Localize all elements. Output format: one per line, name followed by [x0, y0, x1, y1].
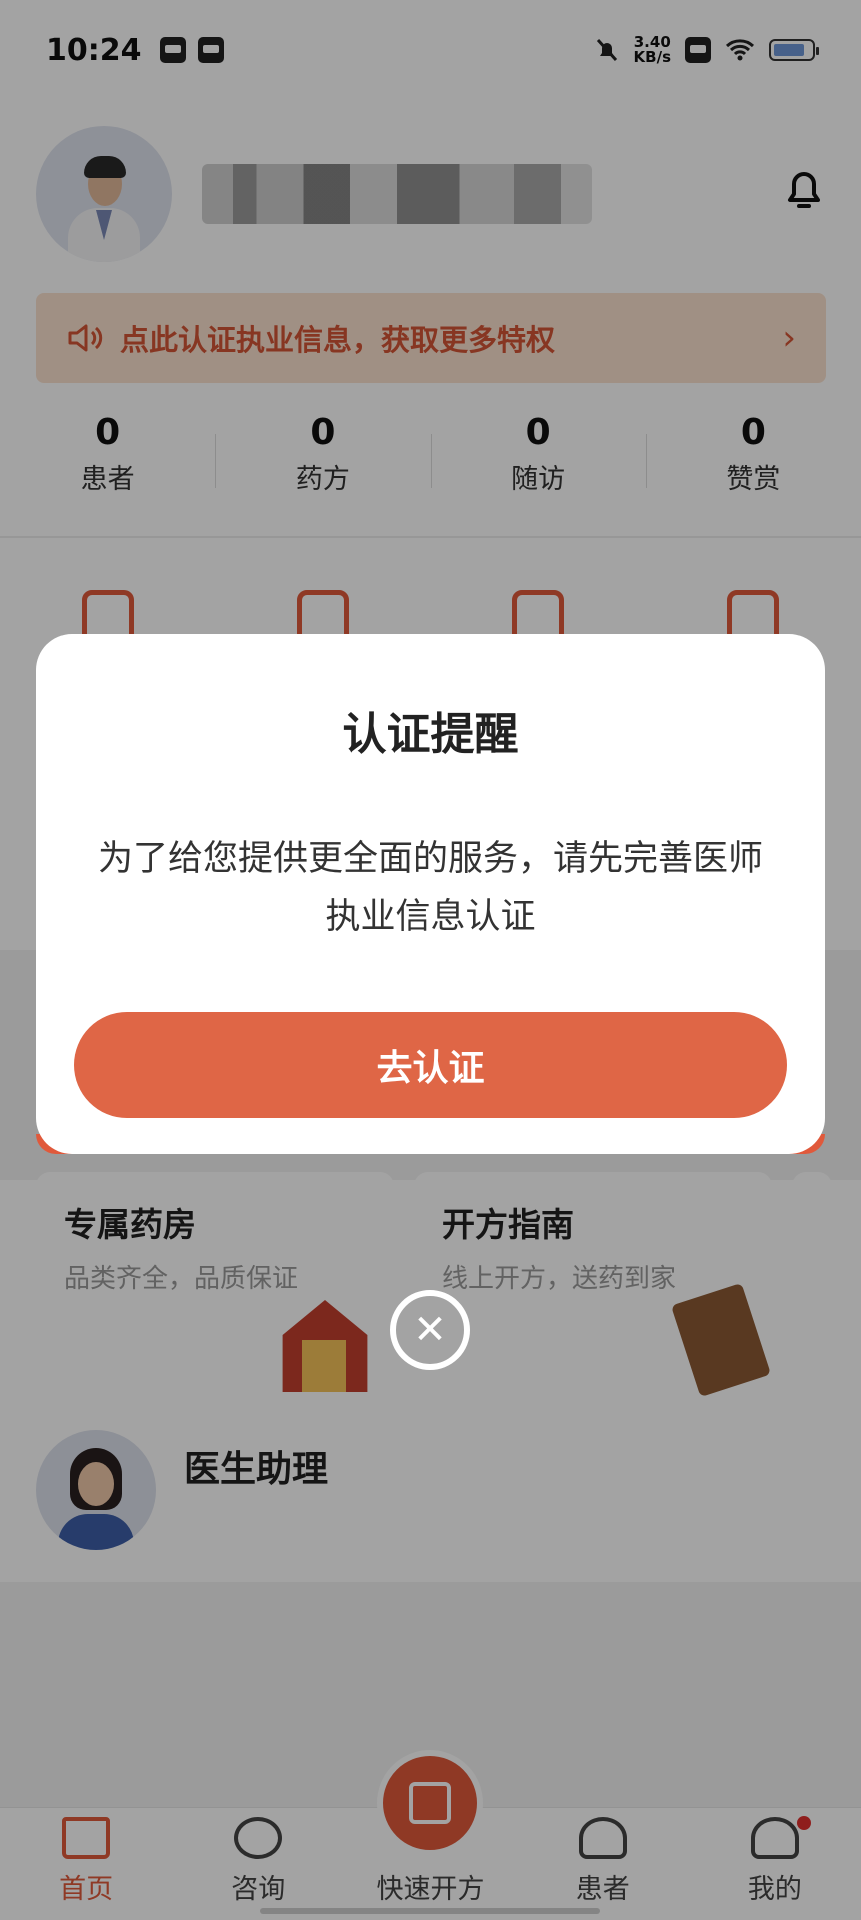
certification-modal: 认证提醒 为了给您提供更全面的服务，请先完善医师执业信息认证 去认证	[36, 634, 825, 1154]
modal-title: 认证提醒	[342, 709, 519, 760]
close-icon[interactable]: ✕	[390, 1290, 470, 1370]
modal-message: 为了给您提供更全面的服务，请先完善医师执业信息认证	[97, 839, 763, 937]
go-certify-button[interactable]: 去认证	[74, 1012, 787, 1118]
